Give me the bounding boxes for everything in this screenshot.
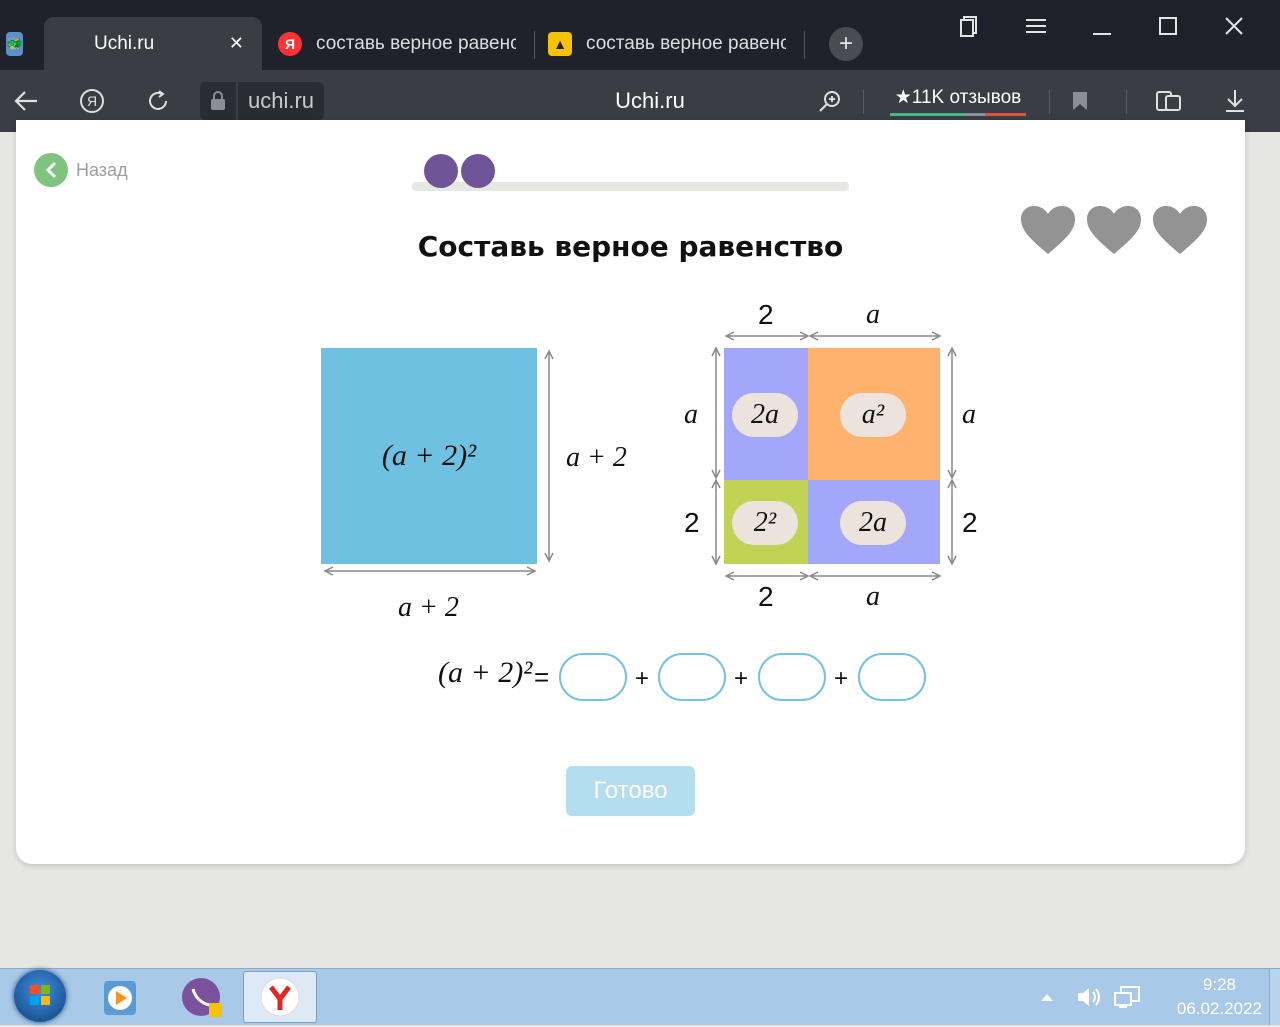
back-label: Назад bbox=[76, 159, 128, 180]
system-clock[interactable]: 9:28 06.02.2022 bbox=[1177, 973, 1262, 1021]
tab-title: составь верное равенс bbox=[586, 32, 786, 54]
reviews-label: ★11K отзывов bbox=[894, 87, 1022, 108]
tray-expand-icon[interactable] bbox=[1040, 989, 1054, 1007]
done-button[interactable]: Готово bbox=[566, 766, 695, 816]
back-arrow-icon bbox=[34, 153, 68, 187]
maximize-icon[interactable] bbox=[1150, 8, 1186, 44]
tab-yandex-images[interactable]: ▲ составь верное равенс bbox=[548, 17, 798, 70]
left-label: a bbox=[684, 399, 698, 430]
progress-dot bbox=[461, 154, 495, 188]
tab-divider bbox=[804, 31, 805, 59]
show-desktop-button[interactable] bbox=[1269, 969, 1280, 1025]
address-bar[interactable]: uchi.ru bbox=[200, 82, 325, 120]
bookmark-icon[interactable] bbox=[1062, 83, 1098, 119]
url-text[interactable]: uchi.ru bbox=[238, 82, 325, 120]
volume-icon[interactable] bbox=[1076, 985, 1102, 1014]
windows-logo-icon bbox=[30, 985, 50, 1005]
left-label: 2 bbox=[684, 507, 700, 538]
decomposed-dimension-arrows bbox=[711, 331, 957, 581]
windows-taskbar: 9:28 06.02.2022 bbox=[0, 968, 1280, 1025]
answer-slot-1[interactable] bbox=[559, 653, 627, 701]
collections-icon[interactable] bbox=[1151, 83, 1187, 119]
equation-lhs: (a + 2)² bbox=[438, 656, 533, 689]
toolbar-divider bbox=[863, 90, 864, 114]
download-icon[interactable] bbox=[1217, 83, 1253, 119]
tab-bar: 🐲 Uchi.ru ✕ Я составь верное равенс ▲ со… bbox=[0, 0, 1280, 70]
bottom-dim-label: a bbox=[866, 581, 880, 612]
side-label: a + 2 bbox=[566, 442, 627, 473]
yandex-browser-icon bbox=[260, 977, 300, 1017]
rating-bar bbox=[890, 113, 1026, 116]
top-label: 2 bbox=[758, 299, 774, 330]
tab-divider bbox=[534, 31, 535, 59]
task-title: Составь верное равенство bbox=[417, 230, 844, 263]
images-favicon-icon: ▲ bbox=[548, 31, 572, 56]
clock-time: 9:28 bbox=[1202, 975, 1236, 994]
plus-sign: + bbox=[734, 665, 749, 692]
uchi-favicon-icon: 🐲 bbox=[6, 31, 24, 56]
answer-slot-3[interactable] bbox=[758, 653, 826, 701]
tab-title: Uchi.ru bbox=[94, 32, 155, 54]
tab-favicon-edge: 🐲 bbox=[0, 17, 24, 70]
toolbar-divider bbox=[1049, 90, 1050, 114]
new-tab-button[interactable]: + bbox=[829, 27, 863, 61]
plus-sign: + bbox=[635, 665, 650, 692]
right-label: a bbox=[962, 399, 976, 430]
reload-icon[interactable] bbox=[140, 83, 176, 119]
svg-text:Я: Я bbox=[87, 93, 97, 109]
minimize-icon[interactable] bbox=[1084, 8, 1120, 44]
toolbar-divider bbox=[1126, 90, 1127, 114]
tabs-list-icon[interactable] bbox=[952, 8, 988, 44]
bottom-label: a + 2 bbox=[398, 592, 459, 623]
menu-icon[interactable] bbox=[1018, 8, 1054, 44]
start-button[interactable] bbox=[14, 970, 66, 1022]
plus-sign: + bbox=[834, 665, 849, 692]
clock-date: 06.02.2022 bbox=[1176, 999, 1262, 1018]
close-window-icon[interactable] bbox=[1216, 8, 1252, 44]
right-label: 2 bbox=[962, 507, 978, 538]
tab-title: составь верное равенс bbox=[316, 32, 516, 54]
media-player-icon bbox=[104, 981, 136, 1015]
answer-slot-2[interactable] bbox=[658, 653, 726, 701]
exercise-card: Назад Составь верное равенство (a + 2)² … bbox=[16, 120, 1245, 864]
back-link[interactable]: Назад bbox=[34, 153, 128, 187]
media-player-app[interactable] bbox=[84, 971, 156, 1023]
yandex-favicon-icon: Я bbox=[278, 31, 302, 56]
top-label: a bbox=[866, 299, 880, 330]
reviews-badge[interactable]: ★11K отзывов bbox=[888, 84, 1028, 118]
network-icon[interactable] bbox=[1113, 985, 1141, 1014]
tab-uchi[interactable]: Uchi.ru ✕ bbox=[44, 17, 262, 70]
yandex-home-icon[interactable]: Я bbox=[74, 83, 110, 119]
equals-sign: = bbox=[534, 662, 550, 692]
viber-icon bbox=[182, 978, 222, 1017]
tab-yandex-search[interactable]: Я составь верное равенс bbox=[278, 17, 528, 70]
viber-app[interactable] bbox=[166, 971, 238, 1023]
progress-dot bbox=[424, 154, 458, 188]
back-arrow-icon[interactable] bbox=[8, 83, 44, 119]
answer-slot-4[interactable] bbox=[858, 653, 926, 701]
zoom-icon[interactable] bbox=[812, 83, 848, 119]
lock-icon[interactable] bbox=[200, 82, 236, 120]
yandex-browser-app[interactable] bbox=[243, 971, 317, 1023]
big-square-dimension-arrows bbox=[323, 349, 554, 576]
bottom-dim-label: 2 bbox=[758, 581, 774, 612]
tab-close-icon[interactable]: ✕ bbox=[229, 33, 244, 54]
